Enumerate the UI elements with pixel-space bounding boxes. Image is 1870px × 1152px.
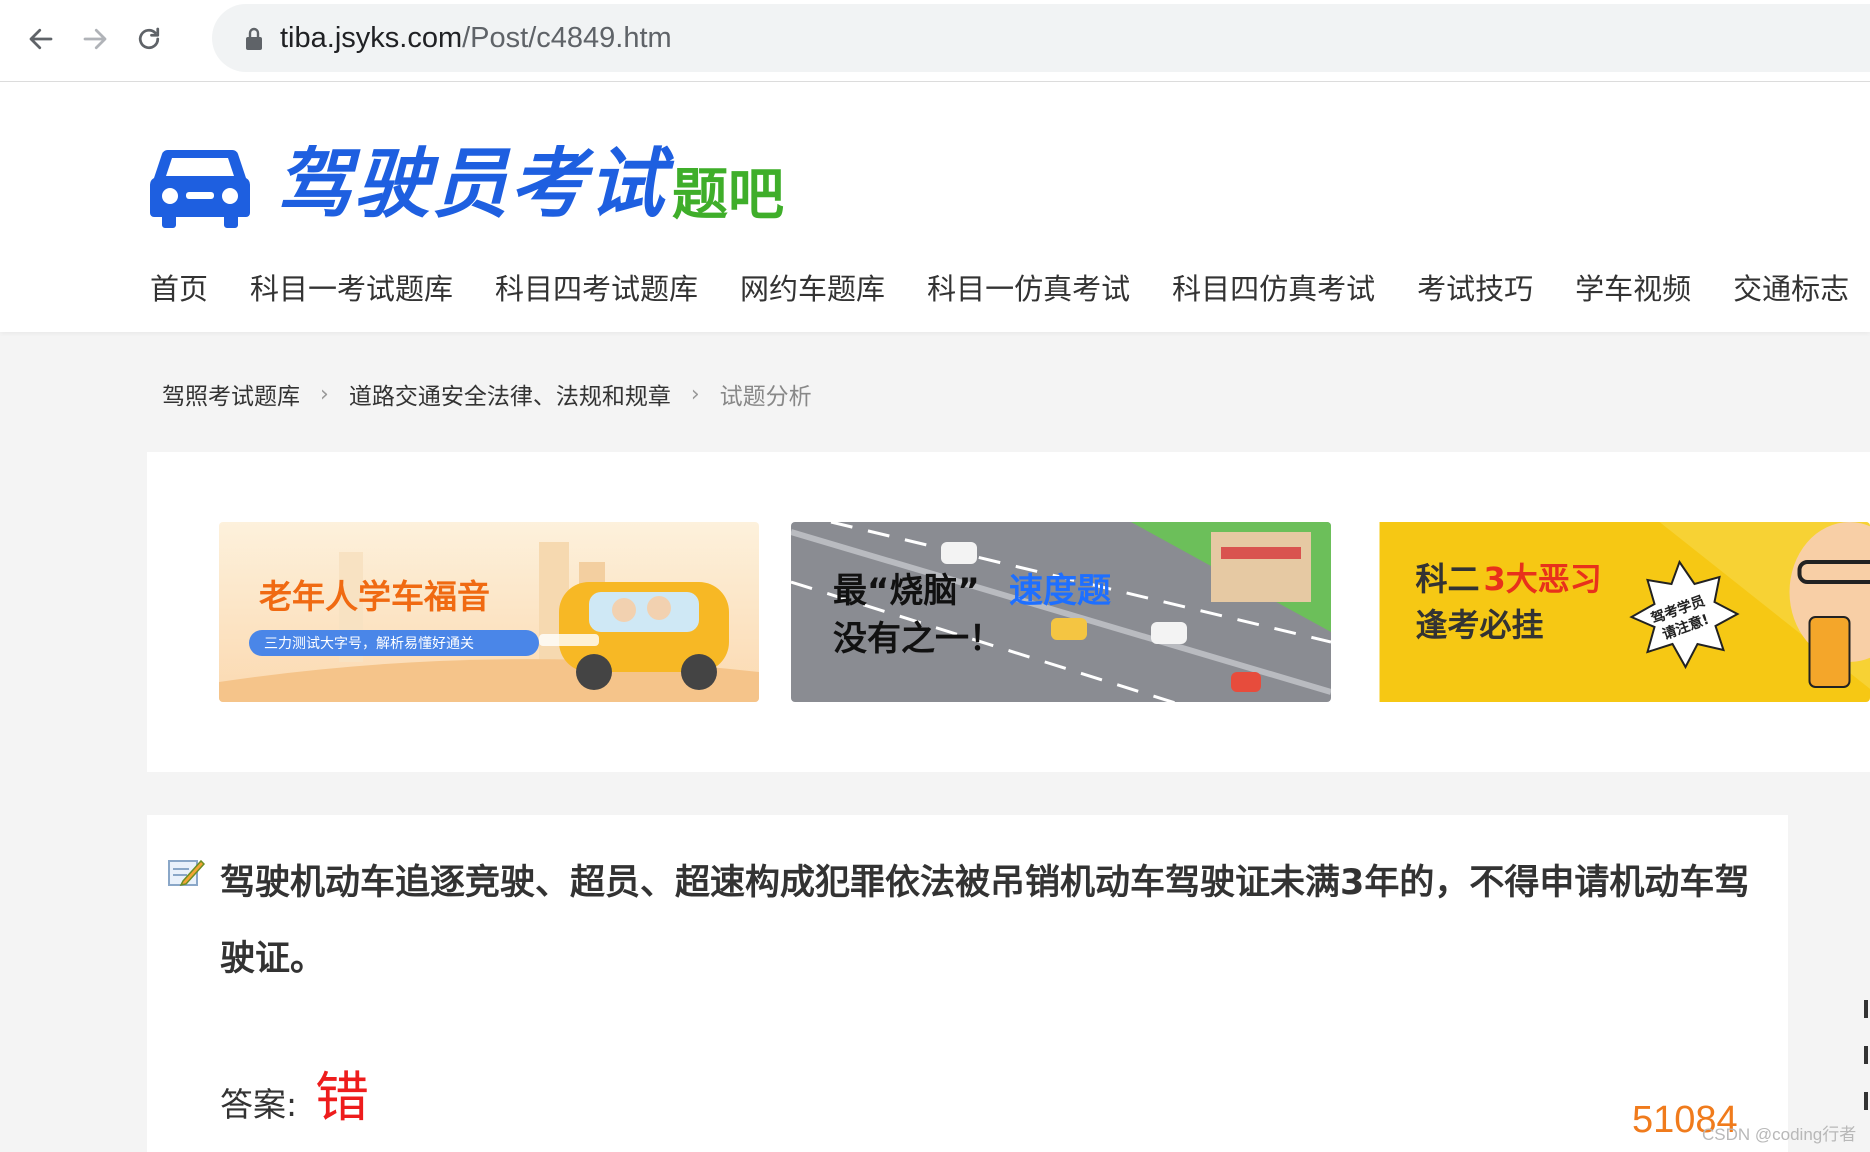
answer-label: 答案: <box>220 1085 298 1124</box>
site-logo-title[interactable]: 驾驶员考试 <box>276 138 666 230</box>
breadcrumb-current: 试题分析 <box>719 384 812 410</box>
breadcrumb-item-bank[interactable]: 驾照考试题库 <box>162 377 300 411</box>
nav-traffic-signs[interactable]: 交通标志 <box>1733 264 1849 314</box>
page-edge-marks <box>1864 1000 1868 1110</box>
banner-speed-line2: 没有之一！ <box>833 619 1003 659</box>
arrow-left-icon <box>29 28 53 50</box>
banner-elderly-image: 老年人学车福音 三力测试大字号，解析易懂好通关 <box>219 522 759 702</box>
banner-habits-line2: 逢考必挂 <box>1416 606 1544 644</box>
arrow-right-icon <box>83 28 107 50</box>
banner-panel: 老年人学车福音 三力测试大字号，解析易懂好通关 最“烧脑” 速度题 没有之一！ <box>147 452 1870 772</box>
nav-subject1-bank[interactable]: 科目一考试题库 <box>250 264 453 314</box>
banner-habits-line1b: 3大恶习 <box>1484 560 1602 598</box>
reload-icon <box>138 27 160 50</box>
url-host: tiba.jsyks.com <box>280 22 463 54</box>
reload-button[interactable] <box>124 14 174 64</box>
site-logo-subtitle[interactable]: 题吧 <box>672 160 784 230</box>
watermark: CSDN @coding行者 <box>1702 1125 1857 1144</box>
banner-subject2-habits[interactable]: 驾考学员 请注意! 科二 3大恶习 逢考必挂 <box>1363 522 1870 702</box>
banner-elderly-driving[interactable]: 老年人学车福音 三力测试大字号，解析易懂好通关 <box>219 522 759 702</box>
edit-note-icon <box>168 859 205 887</box>
browser-toolbar: tiba.jsyks.com/Post/c4849.htm <box>0 0 1870 82</box>
back-button[interactable] <box>16 14 66 64</box>
banner-speed-line1: 最“烧脑” <box>833 571 980 611</box>
nav-ridehail-bank[interactable]: 网约车题库 <box>740 264 885 314</box>
banner-speed-highlight: 速度题 <box>1009 571 1111 611</box>
breadcrumb-item-category[interactable]: 道路交通安全法律、法规和规章 <box>349 377 671 411</box>
url-text: tiba.jsyks.com/Post/c4849.htm <box>280 20 672 56</box>
banner-speed-image: 最“烧脑” 速度题 没有之一！ <box>791 522 1331 702</box>
answer-value: 错 <box>315 1066 369 1129</box>
nav-home[interactable]: 首页 <box>150 264 208 314</box>
forward-button[interactable] <box>70 14 120 64</box>
banner-habits-image: 驾考学员 请注意! 科二 3大恶习 逢考必挂 <box>1379 522 1870 702</box>
car-logo-icon[interactable] <box>150 142 250 228</box>
banner-habits-line1a: 科二 <box>1416 560 1480 598</box>
banner-elderly-tag: 三力测试大字号，解析易懂好通关 <box>264 636 474 652</box>
address-bar[interactable]: tiba.jsyks.com/Post/c4849.htm <box>212 4 1870 72</box>
question-panel: 驾驶机动车追逐竞驶、超员、超速构成犯罪依法被吊销机动车驾驶证未满3年的，不得申请… <box>147 815 1788 1152</box>
nav-videos[interactable]: 学车视频 <box>1575 264 1691 314</box>
lock-icon <box>246 27 262 50</box>
nav-subject4-mock[interactable]: 科目四仿真考试 <box>1172 264 1375 314</box>
breadcrumb: 驾照考试题库 › 道路交通安全法律、法规和规章 › 试题分析 <box>162 374 812 414</box>
chevron-right-icon: › <box>320 381 329 407</box>
question-text: 驾驶机动车追逐竞驶、超员、超速构成犯罪依法被吊销机动车驾驶证未满3年的，不得申请… <box>220 863 1750 979</box>
banner-elderly-title: 老年人学车福音 <box>259 577 490 616</box>
site-header: 驾驶员考试 题吧 首页 科目一考试题库 科目四考试题库 网约车题库 科目一仿真考… <box>0 82 1870 332</box>
nav-exam-tips[interactable]: 考试技巧 <box>1417 264 1533 314</box>
nav-subject1-mock[interactable]: 科目一仿真考试 <box>927 264 1130 314</box>
chevron-right-icon: › <box>690 381 700 407</box>
main-nav: 首页 科目一考试题库 科目四考试题库 网约车题库 科目一仿真考试 科目四仿真考试… <box>150 264 1870 314</box>
banner-speed-questions[interactable]: 最“烧脑” 速度题 没有之一！ <box>791 522 1331 702</box>
url-path: /Post/c4849.htm <box>462 22 672 54</box>
nav-subject4-bank[interactable]: 科目四考试题库 <box>495 264 698 314</box>
